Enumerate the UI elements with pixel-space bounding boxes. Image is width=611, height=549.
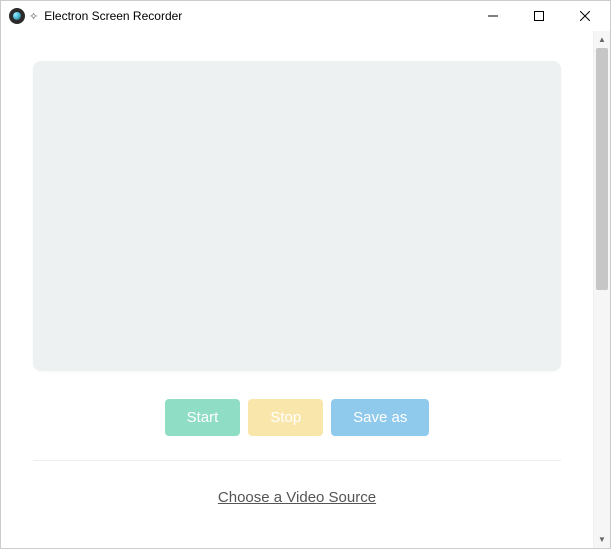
- main-content: Start Stop Save as Choose a Video Source: [1, 31, 593, 548]
- button-row: Start Stop Save as: [33, 399, 561, 460]
- minimize-button[interactable]: [470, 1, 516, 31]
- content-wrapper: Start Stop Save as Choose a Video Source…: [1, 31, 610, 548]
- titlebar: ✧ Electron Screen Recorder: [1, 1, 610, 31]
- dev-icon: ✧: [29, 10, 38, 23]
- choose-video-source-link[interactable]: Choose a Video Source: [218, 489, 376, 506]
- start-button[interactable]: Start: [165, 399, 241, 436]
- maximize-button[interactable]: [516, 1, 562, 31]
- close-button[interactable]: [562, 1, 608, 31]
- window-title: Electron Screen Recorder: [44, 9, 182, 23]
- window-controls: [470, 1, 608, 31]
- scroll-track[interactable]: [594, 48, 610, 531]
- save-as-button[interactable]: Save as: [331, 399, 429, 436]
- source-link-wrap: Choose a Video Source: [33, 461, 561, 534]
- video-preview: [33, 61, 561, 371]
- stop-button[interactable]: Stop: [248, 399, 323, 436]
- app-icon: [9, 8, 25, 24]
- scroll-thumb[interactable]: [596, 48, 608, 290]
- vertical-scrollbar[interactable]: ▲ ▼: [593, 31, 610, 548]
- scroll-down-arrow[interactable]: ▼: [594, 531, 610, 548]
- scroll-up-arrow[interactable]: ▲: [594, 31, 610, 48]
